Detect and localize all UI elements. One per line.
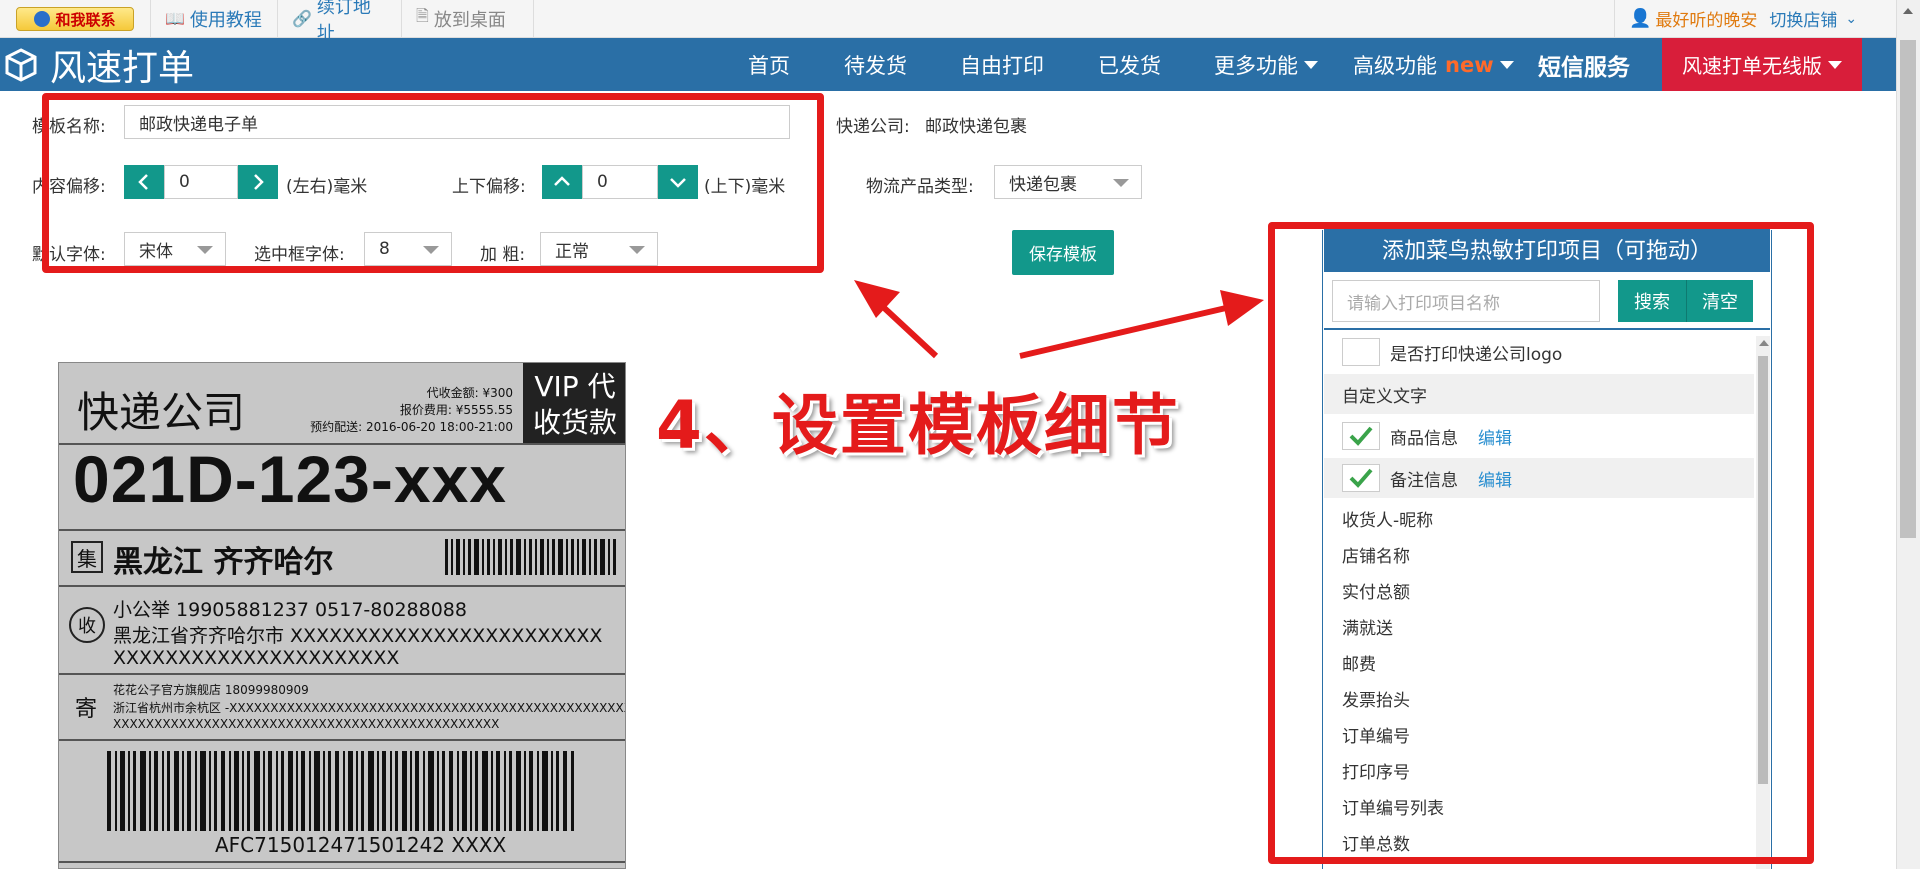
label-sender-address-2: XXXXXXXXXXXXXXXXXXXXXXXXXXXXXXXXXXXXXXXX… (113, 717, 500, 731)
nav-shipped[interactable]: 已发货 (1098, 38, 1161, 91)
label-scheduled: 预约配送: 2016-06-20 18:00-21:00 (310, 420, 513, 434)
nav-advanced-features[interactable]: 高级功能 new (1353, 38, 1514, 91)
desktop-icon: 🗎 (416, 6, 429, 25)
nav-advanced-label: 高级功能 (1353, 53, 1437, 78)
add-to-desktop-link[interactable]: 🗎 放到桌面 (402, 0, 534, 37)
link-icon: 🔗 (292, 9, 312, 28)
form-highlight-frame (42, 93, 824, 273)
product-type-value: 快递包裹 (1009, 174, 1077, 195)
app-logo[interactable]: 风速打单 (4, 44, 194, 89)
desktop-label: 放到桌面 (433, 9, 506, 31)
label-tracking-number: AFC715012471501242 XXXX (215, 833, 507, 857)
contact-us-label: 和我联系 (55, 10, 116, 29)
product-type-select[interactable]: 快递包裹 (994, 165, 1142, 199)
label-recipient-address: 黑龙江省齐齐哈尔市 XXXXXXXXXXXXXXXXXXXXXXXX (113, 625, 603, 647)
chevron-down-icon[interactable]: ⌄ (1845, 11, 1857, 27)
caret-down-icon (1828, 60, 1842, 69)
label-region: 黑龙江 齐齐哈尔 (113, 545, 334, 580)
label-small-barcode (445, 539, 616, 575)
label-quote-fee: 报价费用: ¥5555.55 (399, 403, 513, 417)
label-divider (59, 673, 625, 675)
label-recipient-address-2: XXXXXXXXXXXXXXXXXXXXXX (113, 647, 400, 669)
arrow-right-icon (1019, 290, 1264, 359)
caret-down-icon (1499, 60, 1514, 69)
courier-label: 快递公司: (836, 117, 910, 137)
product-type-label: 物流产品类型: (866, 177, 974, 197)
nav-pending-label: 待发货 (844, 53, 907, 78)
nav-free-print[interactable]: 自由打印 (960, 38, 1044, 91)
cube-icon (5, 48, 37, 82)
label-sender-address: 浙江省杭州市余杭区 -XXXXXXXXXXXXXXXXXXXXXXXXXXXXX… (113, 701, 626, 715)
label-main-barcode (107, 751, 574, 831)
top-bar: 和我联系 📖 使用教程 🔗 续订地址 🗎 放到桌面 👤 最好听的晚安 切换店铺 … (0, 0, 1896, 44)
nav-free-print-label: 自由打印 (960, 53, 1044, 78)
main-nav: 风速打单 首页 待发货 自由打印 已发货 更多功能 高级功能 new 短信服务 (0, 38, 1896, 91)
nav-more-label: 更多功能 (1214, 53, 1298, 78)
label-shou-badge: 收 (69, 607, 105, 643)
label-company: 快递公司 (77, 388, 246, 437)
switch-shop-link[interactable]: 切换店铺 (1769, 6, 1837, 31)
label-divider (59, 585, 625, 587)
contact-us-button[interactable]: 和我联系 (16, 7, 134, 31)
nav-wireless-version[interactable]: 风速打单无线版 (1662, 38, 1862, 91)
label-cod-amount: 代收金额: ¥300 (426, 386, 513, 400)
label-fee-info: 代收金额: ¥300 报价费用: ¥5555.55 预约配送: 2016-06-… (293, 385, 513, 436)
nav-wireless-label: 风速打单无线版 (1682, 54, 1822, 78)
label-vip-line1: VIP 代 (534, 370, 616, 403)
dropdown-arrow-icon (1113, 179, 1129, 187)
courier-value: 邮政快递包裹 (925, 117, 1027, 137)
nav-pending-shipment[interactable]: 待发货 (844, 38, 907, 91)
page-scrollbar-thumb[interactable] (1900, 40, 1916, 538)
nav-home-label: 首页 (748, 53, 790, 78)
app-logo-text: 风速打单 (50, 48, 195, 89)
label-vip-box: VIP 代 收货款 (523, 363, 625, 443)
nav-shipped-label: 已发货 (1098, 53, 1161, 78)
new-badge: new (1445, 52, 1494, 77)
label-divider (59, 529, 625, 531)
qq-icon (34, 11, 51, 27)
nav-home[interactable]: 首页 (748, 38, 790, 91)
label-sender-badge: 寄 (75, 697, 98, 722)
label-divider (59, 739, 625, 741)
nav-sms-label: 短信服务 (1538, 54, 1630, 81)
user-name[interactable]: 最好听的晚安 (1655, 6, 1757, 31)
tutorial-link[interactable]: 📖 使用教程 (150, 0, 278, 37)
nav-sms-service[interactable]: 短信服务 (1538, 38, 1630, 91)
label-recipient: 小公举 19905881237 0517-80288088 (113, 599, 467, 621)
label-vip-line2: 收货款 (532, 406, 617, 439)
user-area: 👤 最好听的晚安 切换店铺 ⌄ (1614, 0, 1896, 37)
label-ji-badge: 集 (71, 541, 103, 573)
label-divider (59, 861, 625, 863)
label-sender: 花花公子官方旗舰店 18099980909 (113, 683, 309, 697)
tutorial-label: 使用教程 (189, 9, 262, 31)
nav-more-features[interactable]: 更多功能 (1214, 38, 1318, 91)
caret-down-icon (1304, 60, 1318, 69)
save-template-button[interactable]: 保存模板 (1012, 230, 1114, 275)
annotation-step-text: 4、设置模板细节 (656, 387, 1180, 464)
label-sort-code: 021D-123-xxx (73, 442, 507, 516)
user-icon: 👤 (1629, 8, 1652, 29)
renew-link[interactable]: 🔗 续订地址 (278, 0, 402, 44)
scroll-up-icon[interactable] (1903, 8, 1913, 14)
arrow-left-icon (854, 280, 939, 359)
book-icon: 📖 (165, 9, 185, 28)
label-preview: 快递公司 代收金额: ¥300 报价费用: ¥5555.55 预约配送: 201… (58, 362, 626, 869)
panel-highlight-frame (1268, 222, 1814, 864)
